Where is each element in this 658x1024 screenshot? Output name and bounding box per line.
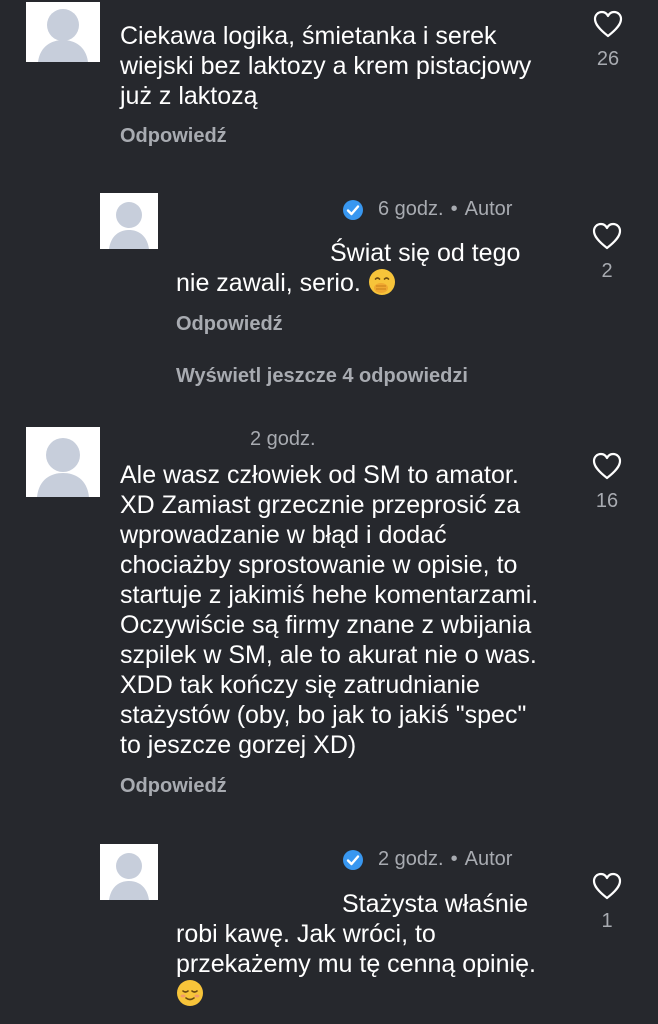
avatar[interactable] <box>100 193 158 249</box>
heart-icon[interactable] <box>592 222 622 250</box>
comment-time: 2 godz. <box>378 848 444 870</box>
avatar[interactable] <box>26 427 100 497</box>
separator-dot: • <box>450 198 458 220</box>
verified-badge-icon <box>342 849 364 871</box>
comment-text: Ciekawa logika, śmietanka i serek wiejsk… <box>120 22 532 110</box>
comment-text: Ale wasz człowiek od SM to amator. XD Za… <box>120 461 539 759</box>
author-badge: Autor <box>464 848 513 870</box>
comment-time: 2 godz. <box>250 428 316 450</box>
verified-badge-icon <box>342 199 364 221</box>
reply-button[interactable]: Odpowiedź <box>176 313 283 336</box>
face-with-hand-over-mouth-icon <box>368 268 396 296</box>
like-count: 2 <box>601 260 613 282</box>
author-badge: Autor <box>464 198 513 220</box>
reply-button[interactable]: Odpowiedź <box>120 125 227 148</box>
heart-icon[interactable] <box>593 10 623 38</box>
comment-time: 6 godz. <box>378 198 444 220</box>
comment-text: Stażysta właśnie robi kawę. Jak wróci, t… <box>176 889 536 1009</box>
like-count: 26 <box>596 48 620 70</box>
comment-meta: 6 godz. • Autor <box>342 198 512 221</box>
view-more-replies-button[interactable]: Wyświetl jeszcze 4 odpowiedzi <box>176 365 468 388</box>
avatar[interactable] <box>26 2 100 62</box>
relieved-face-icon <box>176 979 204 1007</box>
comment-meta: 2 godz. • Autor <box>342 848 512 871</box>
like-control[interactable]: 1 <box>577 872 637 933</box>
like-count: 16 <box>595 490 619 512</box>
heart-icon[interactable] <box>592 452 622 480</box>
separator-dot: • <box>450 848 458 870</box>
like-control[interactable]: 2 <box>577 222 637 283</box>
reply-button[interactable]: Odpowiedź <box>120 775 227 798</box>
like-control[interactable]: 16 <box>577 452 637 513</box>
heart-icon[interactable] <box>592 872 622 900</box>
comment-text: Świat się od tego nie zawali, serio. <box>176 239 521 297</box>
comment-meta: 2 godz. <box>250 428 316 451</box>
avatar[interactable] <box>100 844 158 900</box>
like-count: 1 <box>601 910 613 932</box>
like-control[interactable]: 26 <box>578 10 638 71</box>
